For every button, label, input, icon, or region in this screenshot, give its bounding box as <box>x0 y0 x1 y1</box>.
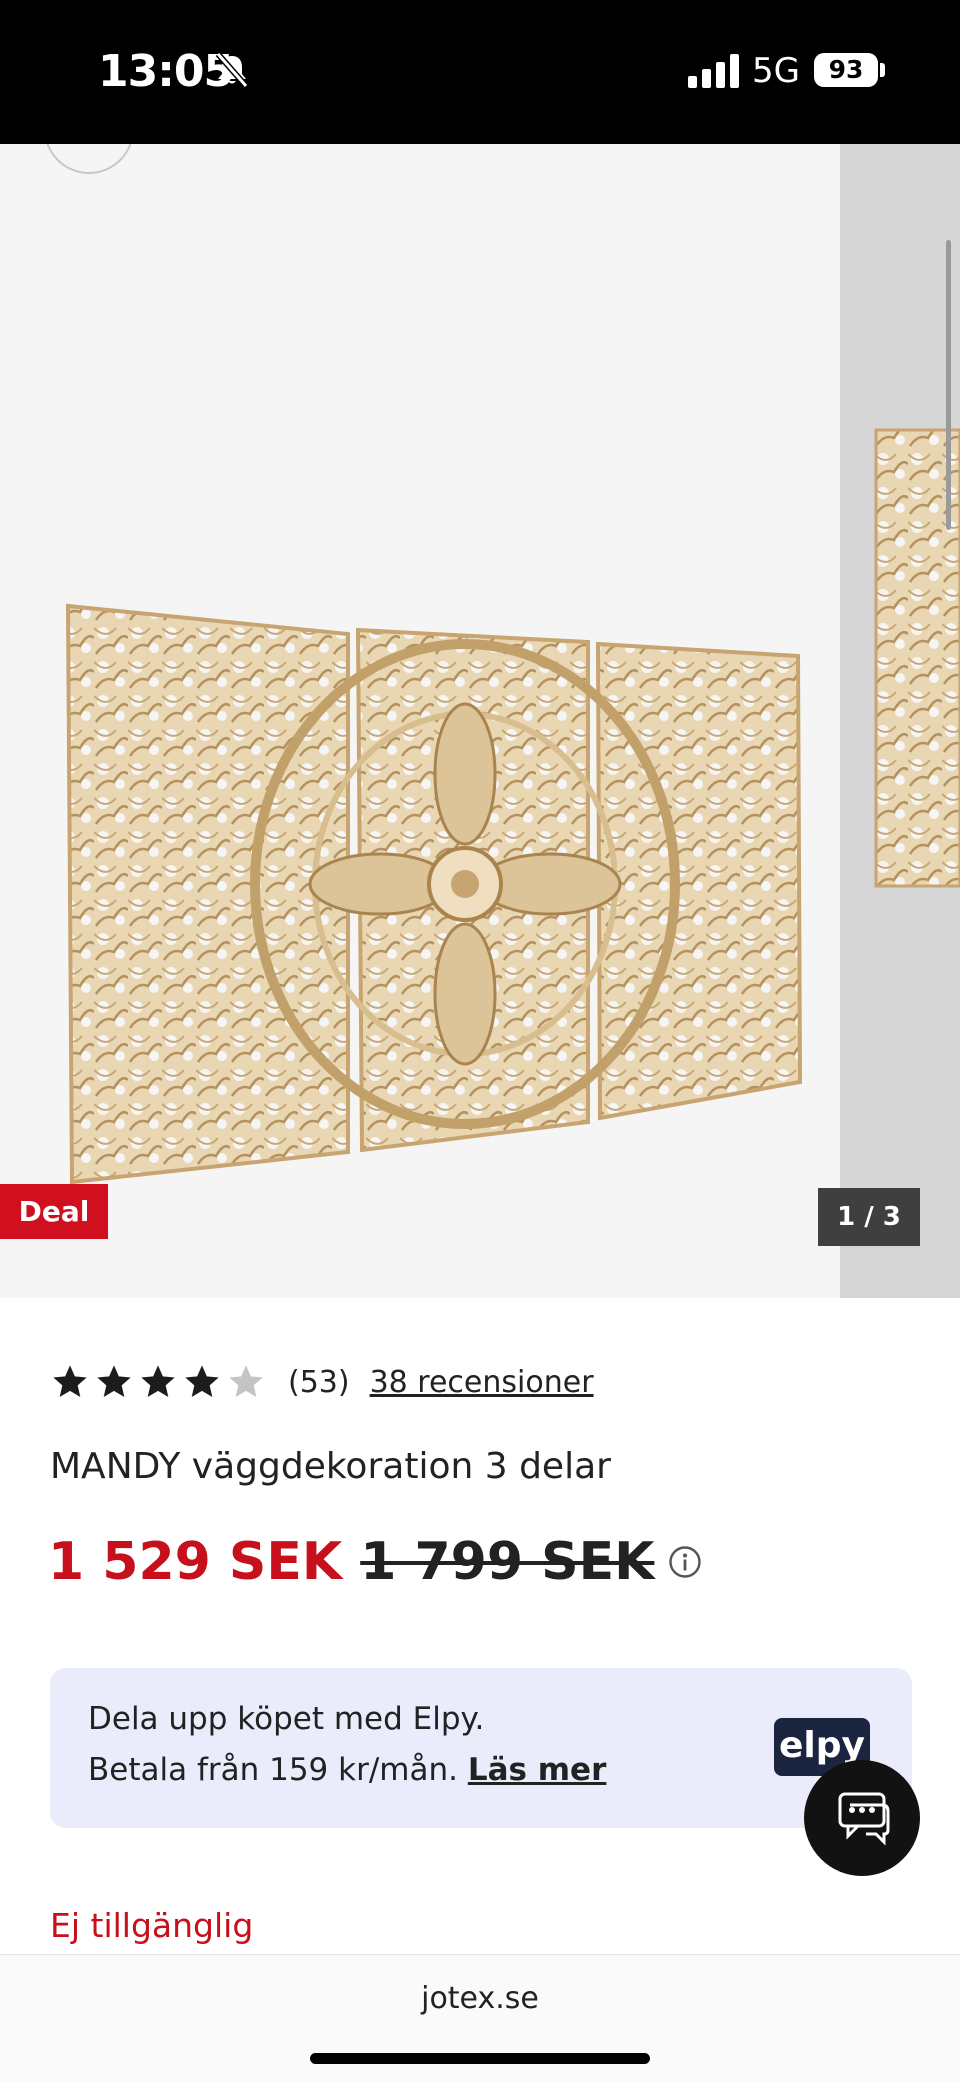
price-row: 1 529 SEK 1 799 SEK <box>48 1532 702 1592</box>
chat-button[interactable] <box>804 1760 920 1876</box>
elpy-line2-text: Betala från 159 kr/mån. <box>88 1752 458 1788</box>
product-title: MANDY väggdekoration 3 delar <box>50 1446 611 1487</box>
home-indicator[interactable] <box>310 2053 650 2064</box>
signal-icon <box>688 54 739 88</box>
elpy-line1: Dela upp köpet med Elpy. <box>88 1701 485 1737</box>
next-image-preview[interactable] <box>840 144 960 1298</box>
status-bar: 13:05 5G 93 <box>0 0 960 144</box>
next-image-thumb <box>874 428 960 888</box>
availability-status: Ej tillgänglig <box>50 1906 254 1945</box>
deal-badge: Deal <box>0 1184 108 1239</box>
browser-address-bar[interactable]: jotex.se <box>0 1954 960 2082</box>
rating-row[interactable]: (53) 38 recensioner <box>50 1362 594 1402</box>
image-counter: 1 / 3 <box>818 1188 920 1246</box>
read-more-link[interactable]: Läs mer <box>468 1752 607 1788</box>
chat-icon <box>838 1792 890 1846</box>
rating-count: (53) <box>288 1364 350 1400</box>
star-filled-icon <box>141 1365 175 1397</box>
original-price: 1 799 SEK <box>360 1532 655 1592</box>
star-filled-icon <box>185 1365 219 1397</box>
network-label: 5G <box>752 51 800 91</box>
reviews-link[interactable]: 38 recensioner <box>370 1365 594 1400</box>
elpy-text: Dela upp köpet med Elpy. Betala från 159… <box>88 1694 606 1796</box>
scrollbar[interactable] <box>946 240 951 530</box>
carved-wood-panels-image <box>65 603 803 1185</box>
battery-icon: 93 <box>814 53 878 87</box>
url-text[interactable]: jotex.se <box>0 1981 960 2016</box>
info-icon[interactable] <box>668 1545 702 1579</box>
battery-nub <box>880 63 885 77</box>
star-filled-icon <box>53 1365 87 1397</box>
current-price: 1 529 SEK <box>48 1532 343 1592</box>
elpy-line2: Betala från 159 kr/mån. Läs mer <box>88 1745 606 1796</box>
product-image-gallery[interactable]: Deal 1 / 3 <box>0 144 960 1298</box>
star-empty-icon <box>229 1365 263 1397</box>
elpy-financing-banner: Dela upp köpet med Elpy. Betala från 159… <box>50 1668 912 1828</box>
back-button[interactable] <box>44 144 134 174</box>
star-filled-icon <box>97 1365 131 1397</box>
bell-muted-icon <box>215 52 249 88</box>
